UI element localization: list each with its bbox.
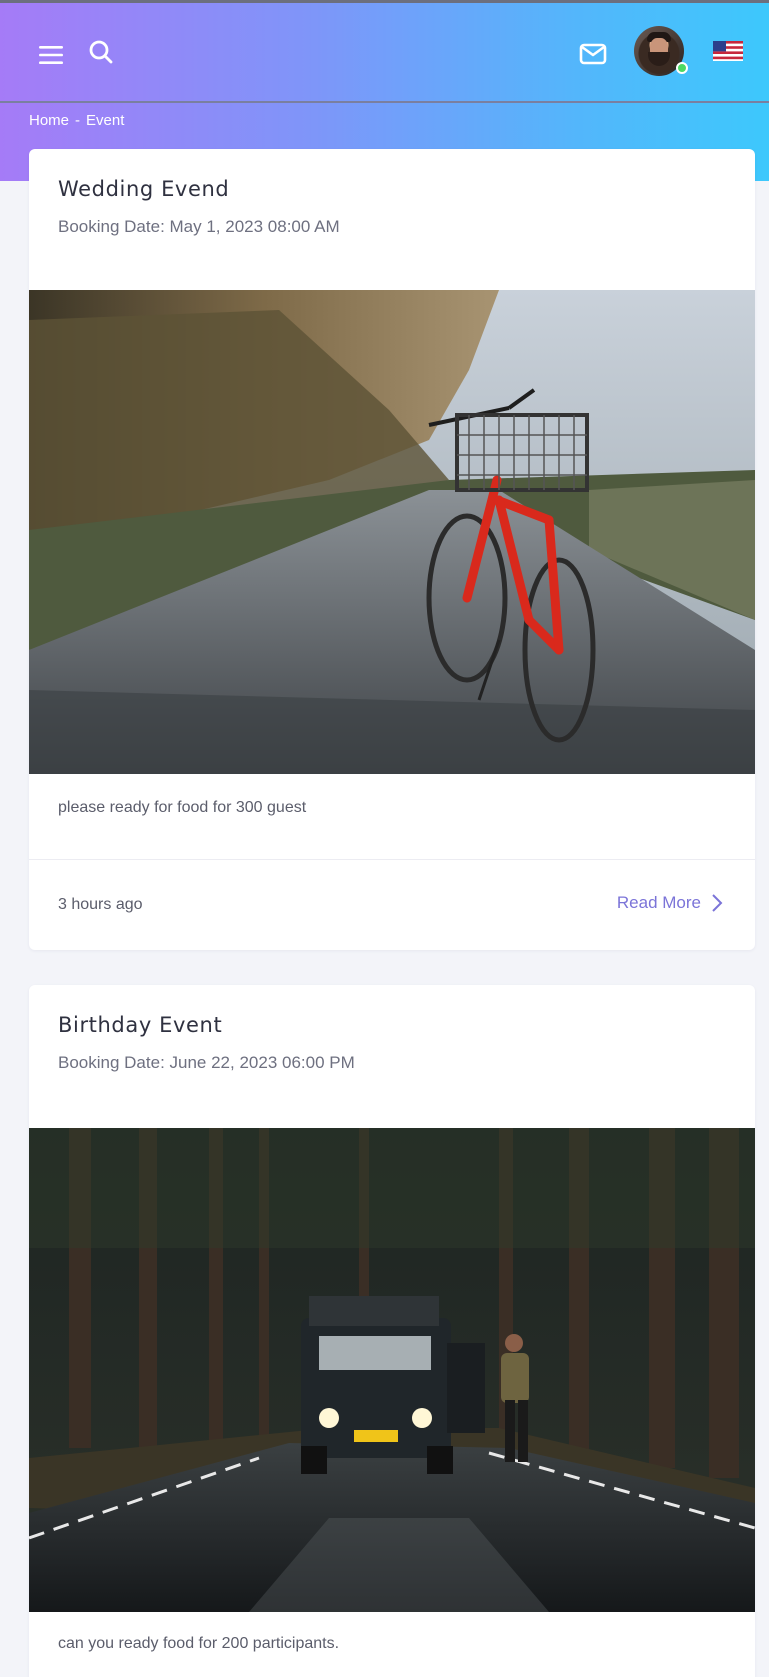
event-title: Wedding Evend [58,177,230,201]
breadcrumb-separator: - [75,112,81,129]
mail-icon[interactable] [578,39,608,69]
us-flag-icon[interactable] [713,41,743,61]
event-image-jeep [29,1128,755,1612]
avatar-beard [648,52,670,66]
search-icon[interactable] [86,37,116,67]
event-card: Wedding Evend Booking Date: May 1, 2023 … [29,149,755,950]
event-description: please ready for food for 300 guest [58,799,307,816]
card-divider [29,859,755,860]
menu-icon[interactable] [36,41,66,69]
breadcrumb-current: Event [86,112,125,129]
event-title: Birthday Event [58,1013,223,1037]
event-description: can you ready food for 200 participants. [58,1635,340,1652]
breadcrumb: Home - Event [29,112,124,132]
event-image-bicycle [29,290,755,774]
chevron-right-icon [712,894,723,912]
online-status-dot [676,62,688,74]
booking-date: Booking Date: May 1, 2023 08:00 AM [58,217,340,236]
event-time: 3 hours ago [58,896,143,913]
booking-date: Booking Date: June 22, 2023 06:00 PM [58,1053,355,1072]
event-card: Birthday Event Booking Date: June 22, 20… [29,985,755,1677]
breadcrumb-home[interactable]: Home [29,112,69,132]
read-more-link[interactable]: Read More [617,893,723,913]
top-navigation-bar [0,0,769,103]
read-more-label: Read More [616,893,701,912]
